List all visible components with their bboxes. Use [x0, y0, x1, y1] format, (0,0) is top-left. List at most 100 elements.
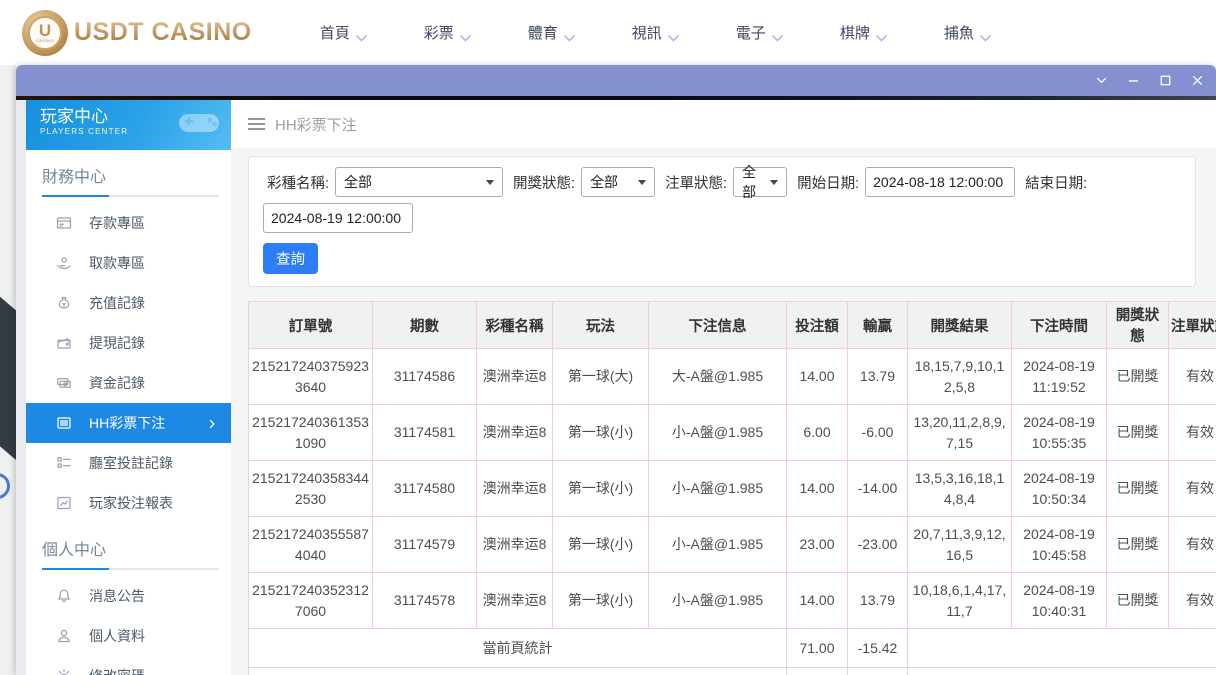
- close-icon[interactable]: [1189, 72, 1206, 89]
- nav-item-label: 視訊: [631, 25, 662, 42]
- lottery-name-select[interactable]: 全部: [335, 167, 504, 197]
- order-status-label: 注單狀態:: [665, 175, 728, 192]
- wallet-icon: [56, 335, 72, 351]
- withdraw-hand-icon: [56, 255, 72, 271]
- summary-empty: [907, 628, 1216, 668]
- sidebar-item-label: HH彩票下注: [89, 415, 166, 431]
- list-doc-icon: [56, 415, 72, 431]
- summary-bet-total: 71.00: [786, 667, 848, 675]
- draw-status-label: 開獎狀態:: [513, 175, 576, 192]
- table-cell: 2152172403523127060: [248, 572, 373, 629]
- background-logo-fragment: [0, 290, 16, 460]
- sidebar-item[interactable]: 消息公告: [26, 576, 231, 616]
- hamburger-menu-icon[interactable]: [248, 118, 265, 130]
- nav-item[interactable]: 彩票: [424, 22, 471, 43]
- sidebar-item[interactable]: 取款專區: [26, 243, 231, 283]
- chevron-down-icon: [770, 179, 779, 185]
- table-cell: 大-A盤@1.985: [648, 348, 787, 405]
- summary-empty: [907, 667, 1216, 675]
- column-header: 下注信息: [648, 301, 787, 349]
- table-cell: 已開獎: [1106, 516, 1169, 573]
- nav-item[interactable]: 體育: [528, 22, 575, 43]
- chevron-right-icon: [206, 417, 218, 429]
- sidebar-item-label: 廳室投註記錄: [89, 455, 173, 471]
- table-cell: 31174581: [372, 404, 477, 461]
- bets-table: 訂單號期數彩種名稱玩法下注信息投注額輸贏開獎結果下注時間開獎狀態注單狀態 215…: [248, 301, 1216, 675]
- table-row: 2152172403759233640 31174586 澳洲幸运8 第一球(大) 大-…: [248, 348, 1216, 405]
- nav-item-label: 電子: [735, 25, 766, 42]
- nav-item-label: 彩票: [423, 25, 454, 42]
- sidebar-item[interactable]: 充值記錄: [26, 283, 231, 323]
- table-cell: 第一球(小): [552, 404, 649, 461]
- sidebar-item[interactable]: 資金記錄: [26, 363, 231, 403]
- bets-table-wrap: 訂單號期數彩種名稱玩法下注信息投注額輸贏開獎結果下注時間開獎狀態注單狀態 215…: [248, 301, 1216, 675]
- deposit-card-icon: [56, 215, 72, 231]
- nav-item[interactable]: 首頁: [320, 22, 367, 43]
- order-status-select[interactable]: 全部: [733, 164, 788, 200]
- window-chevron-down-icon[interactable]: [1093, 72, 1110, 89]
- summary-label: 總統計: [248, 667, 787, 675]
- start-date-input[interactable]: [865, 167, 1016, 197]
- table-cell: 有效: [1168, 572, 1216, 629]
- chevron-down-icon: [772, 29, 783, 42]
- table-cell: 6.00: [786, 404, 848, 461]
- table-cell: 澳洲幸运8: [476, 348, 553, 405]
- table-cell: 31174580: [372, 460, 477, 517]
- chevron-down-icon: [486, 179, 495, 185]
- room-records-icon: [56, 455, 72, 471]
- sidebar-item[interactable]: 個人資料: [26, 616, 231, 656]
- table-cell: 澳洲幸运8: [476, 404, 553, 461]
- sidebar-item[interactable]: 廳室投註記錄: [26, 443, 231, 483]
- section-divider: [42, 195, 219, 197]
- minimize-icon[interactable]: [1125, 72, 1142, 89]
- column-header: 開獎結果: [907, 301, 1012, 349]
- summary-winloss-total: -15.42: [847, 667, 908, 675]
- sidebar-item-label: 個人資料: [89, 628, 145, 644]
- draw-status-select[interactable]: 全部: [581, 167, 656, 197]
- table-cell: 澳洲幸运8: [476, 460, 553, 517]
- sidebar-item[interactable]: 修改密碼: [26, 656, 231, 675]
- chevron-down-icon: [356, 29, 367, 42]
- table-cell: -14.00: [847, 460, 908, 517]
- sidebar-item-label: 修改密碼: [89, 666, 145, 675]
- filter-panel: 彩種名稱: 全部 開獎狀態: 全部 注單狀態: 全部 開始日期: 2024-08…: [248, 156, 1196, 287]
- table-cell: 14.00: [786, 572, 848, 629]
- nav-item[interactable]: 電子: [736, 22, 783, 43]
- sidebar-item[interactable]: 存款專區: [26, 203, 231, 243]
- table-cell: 14.00: [786, 460, 848, 517]
- table-cell: 有效: [1168, 460, 1216, 517]
- nav-item[interactable]: 棋牌: [840, 22, 887, 43]
- sidebar-item[interactable]: 玩家投注報表: [26, 483, 231, 523]
- summary-winloss-total: -15.42: [847, 628, 908, 668]
- brand-logo[interactable]: U CASINO USDT CASINO: [22, 9, 252, 56]
- nav-item[interactable]: 視訊: [632, 22, 679, 43]
- search-button[interactable]: 查詢: [263, 243, 318, 274]
- end-date-input[interactable]: [263, 203, 413, 233]
- sidebar-item[interactable]: 提現記錄: [26, 323, 231, 363]
- column-header: 期數: [372, 301, 477, 349]
- table-cell: 2152172403555874040: [248, 516, 373, 573]
- summary-row: 當前頁統計 71.00 -15.42: [248, 628, 1216, 668]
- table-cell: 2024-08-19 10:55:35: [1011, 404, 1107, 461]
- chevron-down-icon: [668, 29, 679, 42]
- table-cell: 2024-08-19 10:40:31: [1011, 572, 1107, 629]
- sidebar-item-label: 存款專區: [89, 215, 145, 231]
- table-cell: 小-A盤@1.985: [648, 572, 787, 629]
- chevron-down-icon: [460, 29, 471, 42]
- table-cell: 31174579: [372, 516, 477, 573]
- lottery-name-label: 彩種名稱:: [267, 175, 330, 192]
- table-cell: 23.00: [786, 516, 848, 573]
- table-cell: 澳洲幸运8: [476, 516, 553, 573]
- table-cell: 小-A盤@1.985: [648, 516, 787, 573]
- top-nav: 首頁 彩票 體育 視訊 電子 棋牌 捕魚: [320, 22, 991, 43]
- table-cell: 13,5,3,16,18,14,8,4: [907, 460, 1012, 517]
- sidebar-item[interactable]: HH彩票下注: [26, 403, 231, 443]
- nav-item[interactable]: 捕魚: [944, 22, 991, 43]
- background-page-strip: [0, 65, 16, 675]
- nav-item-label: 捕魚: [943, 25, 974, 42]
- maximize-icon[interactable]: [1157, 72, 1174, 89]
- table-cell: 第一球(大): [552, 348, 649, 405]
- table-cell: 2152172403583442530: [248, 460, 373, 517]
- table-header-row: 訂單號期數彩種名稱玩法下注信息投注額輸贏開獎結果下注時間開獎狀態注單狀態: [248, 301, 1216, 349]
- nav-item-label: 棋牌: [839, 25, 870, 42]
